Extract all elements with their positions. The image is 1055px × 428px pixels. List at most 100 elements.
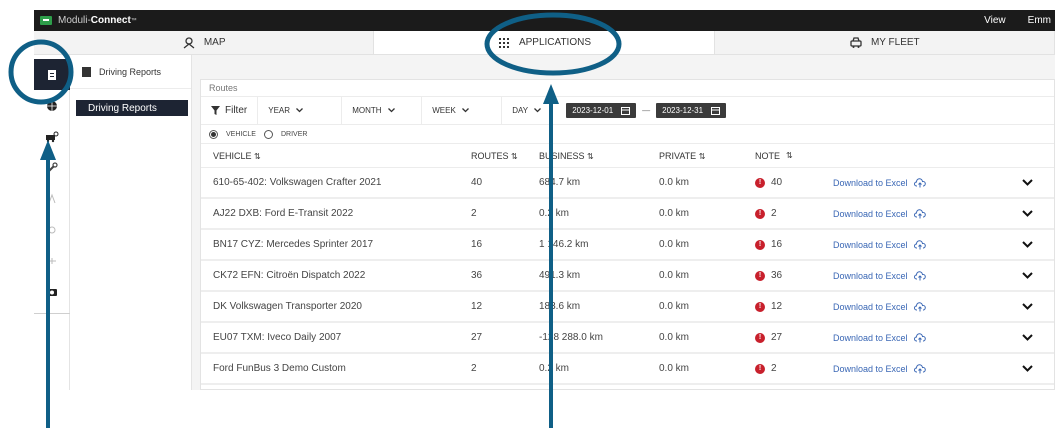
col-routes[interactable]: ROUTES ⇅: [467, 151, 539, 161]
rail-item-reports[interactable]: [34, 59, 70, 90]
rail-item-globe[interactable]: [34, 90, 70, 121]
road-icon: [48, 257, 56, 264]
view-menu[interactable]: View: [984, 15, 1006, 26]
chevron-down-icon: [1021, 272, 1033, 279]
year-select[interactable]: YEAR: [258, 97, 343, 124]
subnav-header[interactable]: Driving Reports: [70, 55, 191, 89]
day-select[interactable]: DAY: [502, 97, 558, 124]
table-row[interactable]: DK Volkswagen Transporter 2020 12 183.6 km…: [201, 292, 1054, 323]
expand-row-button[interactable]: [1007, 241, 1047, 248]
expand-row-button[interactable]: [1007, 179, 1047, 186]
subnav-header-label: Driving Reports: [99, 66, 162, 77]
alert-icon: !: [755, 208, 765, 219]
col-routes-label: ROUTES: [471, 150, 509, 161]
table-row[interactable]: 610-65-402: Volkswagen Crafter 2021 40 684…: [201, 168, 1054, 199]
rail-item-route[interactable]: [34, 183, 70, 214]
table-row[interactable]: AJ22 DXB: Ford E-Transit 2022 2 0.2 km 0.0 …: [201, 199, 1054, 230]
sort-icon: ⇅: [786, 151, 793, 160]
rail-item-location[interactable]: [34, 214, 70, 245]
col-business[interactable]: BUSINESS ⇅: [539, 151, 659, 161]
app-name-tm: ™: [130, 17, 137, 24]
chevron-down-icon: [1021, 241, 1033, 248]
download-excel-link[interactable]: Download to Excel: [833, 333, 1007, 343]
expand-row-button[interactable]: [1007, 365, 1047, 372]
tab-applications[interactable]: APPLICATIONS: [374, 31, 715, 54]
chevron-down-icon: [461, 108, 469, 113]
tab-my-fleet-label: MY FLEET: [870, 37, 920, 48]
table-row[interactable]: CK72 EFN: Citroën Dispatch 2022 36 491.3 k…: [201, 261, 1054, 292]
col-private[interactable]: PRIVATE ⇅: [659, 151, 755, 161]
user-menu[interactable]: Emm: [1028, 15, 1051, 26]
alert-icon: !: [755, 363, 765, 374]
app-logo[interactable]: Moduli- Connect ™: [40, 15, 137, 26]
cell-business: 0.2 km: [539, 363, 570, 374]
subnav-item-driving-reports[interactable]: Driving Reports: [76, 100, 188, 116]
cell-routes: 40: [471, 177, 483, 188]
note-count: 40: [771, 177, 783, 188]
cell-routes: 2: [471, 363, 477, 374]
rail-item-road[interactable]: [34, 245, 70, 276]
download-excel-link[interactable]: Download to Excel: [833, 271, 1007, 281]
filter-bar: Filter YEAR MONTH WEEK DAY 2023-12-01 — …: [201, 97, 1054, 125]
logo-icon: [40, 16, 52, 25]
car-icon: [850, 36, 862, 48]
table-row[interactable]: EU07 TXM: Iveco Daily 2007 27 -128 288.0 k…: [201, 323, 1054, 354]
chevron-down-icon: [1021, 210, 1033, 217]
alert-icon: !: [755, 332, 765, 343]
tab-applications-label: APPLICATIONS: [518, 37, 592, 48]
filter-button[interactable]: Filter: [201, 97, 259, 124]
tab-my-fleet[interactable]: MY FLEET: [714, 31, 1055, 54]
date-separator: —: [642, 106, 651, 115]
cell-note: ! 2: [755, 363, 833, 374]
top-bar: Moduli- Connect ™ View Emm: [34, 10, 1055, 31]
rail-item-wrench[interactable]: [34, 152, 70, 183]
date-from-input[interactable]: 2023-12-01: [566, 103, 637, 118]
vehicle-radio[interactable]: [209, 129, 218, 139]
download-excel-link[interactable]: Download to Excel: [833, 364, 1007, 374]
cell-vehicle: CK72 EFN: Citroën Dispatch 2022: [213, 270, 366, 281]
table-row[interactable]: Ford FunBus 3 Demo Custom 2 0.2 km 0.0 km! 2…: [201, 354, 1054, 385]
month-select[interactable]: MONTH: [342, 97, 423, 124]
app-name-prefix: Moduli-: [58, 15, 91, 26]
calendar-icon[interactable]: [711, 106, 721, 115]
year-label: YEAR: [268, 106, 291, 115]
vehicle-gear-icon: [46, 131, 59, 142]
alert-icon: !: [755, 270, 765, 281]
table-body: 610-65-402: Volkswagen Crafter 2021 40 684…: [201, 168, 1054, 385]
filter-icon: [211, 106, 220, 115]
calendar-icon[interactable]: [621, 106, 631, 115]
expand-row-button[interactable]: [1007, 210, 1047, 217]
download-label: Download to Excel: [833, 332, 908, 343]
download-excel-link[interactable]: Download to Excel: [833, 240, 1007, 250]
date-to-input[interactable]: 2023-12-31: [656, 103, 727, 118]
expand-row-button[interactable]: [1007, 272, 1047, 279]
alert-icon: !: [755, 177, 765, 188]
alert-icon: !: [755, 239, 765, 250]
main-content: Routes Filter YEAR MONTH WEEK DAY 2023-1…: [192, 55, 1055, 390]
cell-vehicle: AJ22 DXB: Ford E-Transit 2022: [213, 208, 354, 219]
cell-note: ! 16: [755, 239, 833, 250]
cell-routes: 27: [471, 332, 483, 343]
driver-radio[interactable]: [263, 129, 273, 139]
grid-icon: [498, 37, 509, 48]
week-select[interactable]: WEEK: [422, 97, 503, 124]
col-note[interactable]: NOTE ⇅: [755, 151, 833, 161]
vehicle-radio-label: VEHICLE: [226, 130, 256, 138]
rail-item-camera[interactable]: [34, 276, 70, 307]
expand-row-button[interactable]: [1007, 334, 1047, 341]
cell-note: ! 27: [755, 332, 833, 343]
chevron-down-icon: [387, 108, 395, 113]
expand-row-button[interactable]: [1007, 303, 1047, 310]
rail-item-vehicle-settings[interactable]: [34, 121, 70, 152]
icon-rail: [34, 55, 70, 390]
tab-map[interactable]: MAP: [34, 31, 375, 54]
note-count: 16: [771, 239, 783, 250]
col-vehicle[interactable]: VEHICLE ⇅: [201, 151, 467, 161]
download-excel-link[interactable]: Download to Excel: [833, 209, 1007, 219]
table-row[interactable]: BN17 CYZ: Mercedes Sprinter 2017 16 1 146.…: [201, 230, 1054, 261]
download-excel-link[interactable]: Download to Excel: [833, 302, 1007, 312]
alert-icon: !: [755, 301, 765, 312]
download-excel-link[interactable]: Download to Excel: [833, 178, 1007, 188]
map-pin-icon: [183, 36, 195, 49]
cell-note: ! 36: [755, 270, 833, 281]
